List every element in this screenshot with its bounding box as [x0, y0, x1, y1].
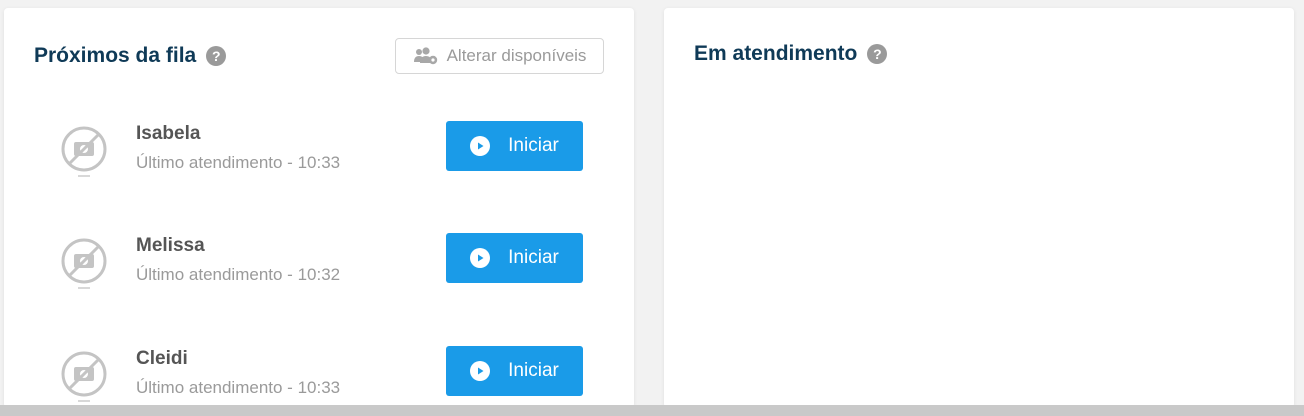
queue-title-text: Próximos da fila	[34, 44, 197, 67]
start-button-label: Iniciar	[508, 247, 559, 268]
last-service-time: Último atendimento - 10:32	[136, 265, 341, 284]
last-service-time: Último atendimento - 10:33	[136, 153, 341, 172]
service-panel: Em atendimento ?	[664, 8, 1294, 408]
no-photo-avatar-icon	[60, 125, 110, 181]
horizontal-scrollbar[interactable]	[0, 405, 1304, 416]
last-service-time: Último atendimento - 10:33	[136, 378, 341, 397]
start-button-label: Iniciar	[508, 135, 559, 156]
service-panel-title: Em atendimento ?	[694, 42, 888, 66]
play-circle-icon	[470, 361, 491, 381]
alter-available-label: Alterar disponíveis	[446, 46, 587, 65]
service-title-text: Em atendimento	[694, 42, 858, 65]
start-button[interactable]: Iniciar	[446, 233, 583, 283]
queue-item: Melissa Último atendimento - 10:32 Inici…	[4, 233, 634, 293]
start-button[interactable]: Iniciar	[446, 121, 583, 171]
question-circle-icon[interactable]: ?	[867, 44, 888, 64]
no-photo-avatar-icon	[60, 350, 110, 406]
client-name: Isabela	[136, 123, 201, 144]
users-cog-icon	[413, 47, 439, 65]
question-circle-icon[interactable]: ?	[206, 46, 227, 66]
queue-item: Isabela Último atendimento - 10:33 Inici…	[4, 121, 634, 181]
app-stage: Próximos da fila ? Alterar disponíveis I…	[0, 0, 1304, 416]
no-photo-avatar-icon	[60, 237, 110, 293]
queue-panel-title: Próximos da fila ?	[34, 44, 227, 68]
client-name: Cleidi	[136, 348, 188, 369]
start-button[interactable]: Iniciar	[446, 346, 583, 396]
alter-available-button[interactable]: Alterar disponíveis	[395, 38, 604, 74]
play-circle-icon	[470, 136, 491, 156]
play-circle-icon	[470, 248, 491, 268]
client-name: Melissa	[136, 235, 205, 256]
queue-panel: Próximos da fila ? Alterar disponíveis I…	[4, 8, 634, 408]
queue-item: Cleidi Último atendimento - 10:33 Inicia…	[4, 346, 634, 406]
start-button-label: Iniciar	[508, 360, 559, 381]
